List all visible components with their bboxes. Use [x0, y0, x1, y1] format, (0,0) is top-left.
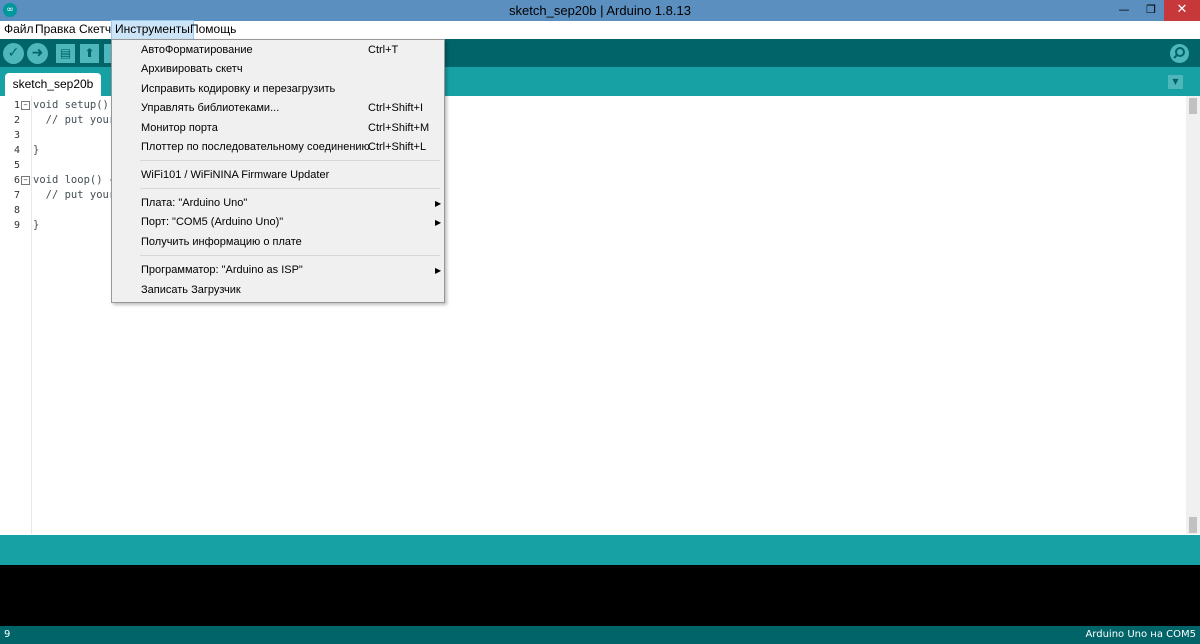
menu-tools[interactable]: Инструменты — [111, 20, 194, 40]
line-number: 1 — [13, 100, 20, 111]
window-title: sketch_sep20b | Arduino 1.8.13 — [509, 3, 691, 18]
menu-item-serial-plotter[interactable]: Плоттер по последовательному соединению … — [112, 138, 444, 157]
menu-edit[interactable]: Правка — [32, 21, 79, 39]
menu-item-board[interactable]: Плата: "Arduino Uno" ▶ — [112, 194, 444, 213]
maximize-button[interactable]: ❐ — [1138, 0, 1164, 21]
line-number: 2 — [13, 115, 20, 126]
line-number: 5 — [13, 160, 20, 171]
line-number: 3 — [13, 130, 20, 141]
minimize-button[interactable]: — — [1110, 0, 1138, 21]
menu-item-manage-libraries[interactable]: Управлять библиотеками... Ctrl+Shift+I — [112, 99, 444, 118]
close-button[interactable]: ✕ — [1164, 0, 1200, 21]
menu-item-serial-monitor[interactable]: Монитор порта Ctrl+Shift+M — [112, 119, 444, 138]
magnifier-icon — [1173, 47, 1185, 59]
line-gutter: 1 − 2 3 4 5 6 − 7 8 9 — [0, 96, 32, 534]
current-line-number: 9 — [4, 629, 11, 640]
menu-item-autoformat[interactable]: АвтоФорматирование Ctrl+T — [112, 41, 444, 60]
line-number: 7 — [13, 190, 20, 201]
menu-item-burn-bootloader[interactable]: Записать Загрузчик — [112, 281, 444, 300]
tab-sketch[interactable]: sketch_sep20b — [5, 73, 101, 96]
line-number: 8 — [13, 205, 20, 216]
scroll-up-button[interactable] — [1189, 98, 1197, 114]
code-line: void setup() { — [33, 99, 122, 111]
submenu-arrow-icon: ▶ — [435, 266, 442, 275]
menu-item-programmer[interactable]: Программатор: "Arduino as ISP" ▶ — [112, 261, 444, 280]
open-button[interactable]: ⬆ — [80, 44, 99, 63]
verify-button[interactable]: ✓ — [3, 43, 24, 64]
menu-separator — [140, 188, 440, 189]
code-line: // put your — [33, 189, 116, 201]
submenu-arrow-icon: ▶ — [435, 199, 442, 208]
menu-separator — [140, 255, 440, 256]
code-line: // put your — [33, 114, 116, 126]
line-number: 6 — [13, 175, 20, 186]
code-line: void loop() { — [33, 174, 116, 186]
menu-sketch[interactable]: Скетч — [76, 21, 114, 39]
console-output[interactable] — [0, 565, 1200, 626]
menu-help[interactable]: Помощь — [187, 21, 239, 39]
code-line: } — [33, 144, 40, 156]
scroll-down-button[interactable] — [1189, 517, 1197, 533]
title-bar: ∞ sketch_sep20b | Arduino 1.8.13 — ❐ ✕ — [0, 0, 1200, 21]
menu-item-fix-encoding[interactable]: Исправить кодировку и перезагрузить — [112, 80, 444, 99]
editor-scrollbar[interactable] — [1186, 96, 1200, 534]
upload-button[interactable]: ➜ — [27, 43, 48, 64]
line-number: 9 — [13, 220, 20, 231]
serial-monitor-button[interactable] — [1170, 44, 1189, 63]
menu-item-board-info[interactable]: Получить информацию о плате — [112, 233, 444, 252]
status-bar: 9 Arduino Uno на COM5 — [0, 626, 1200, 644]
chevron-down-icon: ▼ — [1172, 77, 1179, 86]
menu-bar: Файл Правка Скетч Инструменты Помощь — [0, 20, 1200, 40]
new-button[interactable]: ▤ — [56, 44, 75, 63]
message-area — [0, 535, 1200, 565]
menu-item-archive-sketch[interactable]: Архивировать скетч — [112, 60, 444, 79]
line-number: 4 — [13, 145, 20, 156]
board-port-status: Arduino Uno на COM5 — [1085, 629, 1196, 640]
menu-item-port[interactable]: Порт: "COM5 (Arduino Uno)" ▶ — [112, 213, 444, 232]
menu-item-firmware-updater[interactable]: WiFi101 / WiFiNINA Firmware Updater — [112, 166, 444, 185]
tab-menu-button[interactable]: ▼ — [1168, 75, 1183, 89]
fold-toggle-icon[interactable]: − — [21, 101, 30, 110]
menu-separator — [140, 160, 440, 161]
fold-toggle-icon[interactable]: − — [21, 176, 30, 185]
tools-menu: АвтоФорматирование Ctrl+T Архивировать с… — [111, 39, 445, 303]
code-line: } — [33, 219, 40, 231]
submenu-arrow-icon: ▶ — [435, 218, 442, 227]
